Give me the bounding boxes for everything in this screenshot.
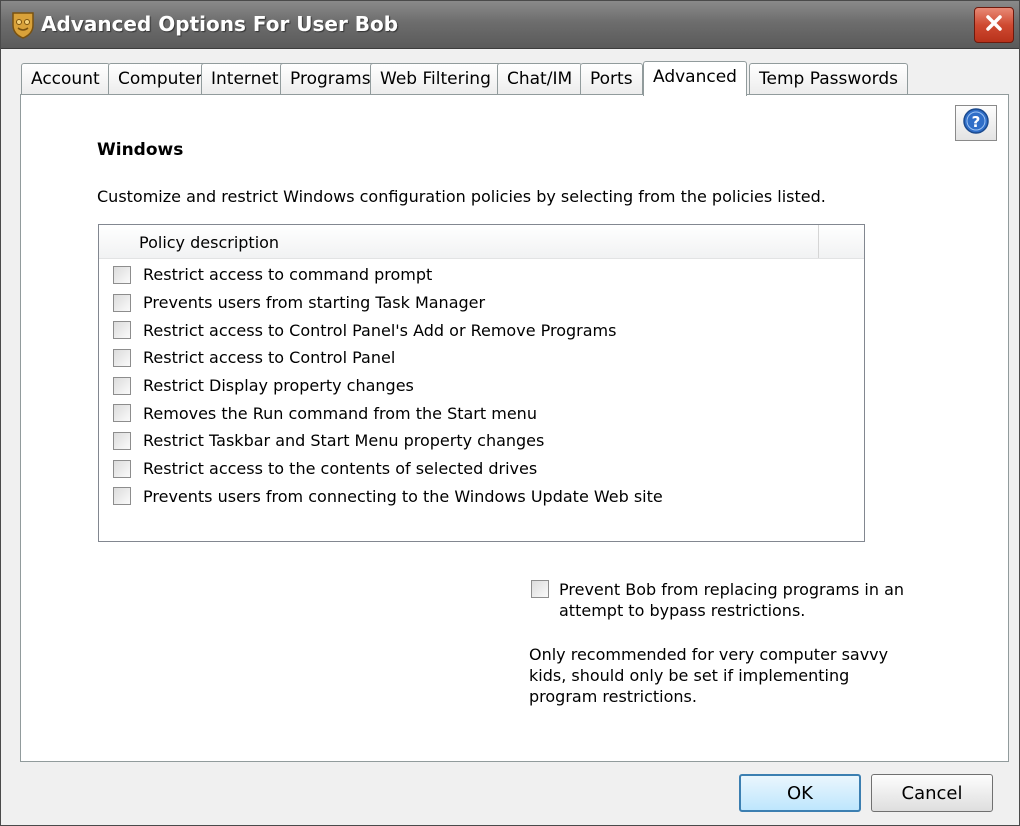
policy-list: Policy description Restrict access to co… [98,224,865,542]
policy-checkbox[interactable] [113,431,131,450]
policy-label: Restrict Display property changes [143,376,414,396]
tab-web-filtering[interactable]: Web Filtering [370,63,501,95]
policy-row[interactable]: Restrict Taskbar and Start Menu property… [99,427,864,455]
advanced-tab-panel: ? Windows Customize and restrict Windows… [20,94,1009,762]
help-icon: ? [962,107,990,139]
column-header-policy-description[interactable]: Policy description [99,225,819,258]
help-button[interactable]: ? [955,105,997,141]
window-title: Advanced Options For User Bob [41,12,399,36]
policy-row[interactable]: Restrict access to the contents of selec… [99,455,864,483]
tab-internet[interactable]: Internet [201,63,289,95]
shield-icon [11,11,35,39]
tab-computer[interactable]: Computer [108,63,213,95]
tab-chat-im[interactable]: Chat/IM [497,63,583,95]
close-icon [984,13,1004,37]
policy-checkbox[interactable] [113,487,131,506]
tab-temp-passwords[interactable]: Temp Passwords [749,63,908,95]
tab-ports[interactable]: Ports [580,63,643,95]
tab-advanced[interactable]: Advanced [643,61,747,96]
title-bar[interactable]: Advanced Options For User Bob [1,1,1019,49]
cancel-button[interactable]: Cancel [871,774,993,812]
policy-label: Restrict access to Control Panel's Add o… [143,320,617,340]
prevent-replace-label: Prevent Bob from replacing programs in a… [559,580,905,620]
tab-programs[interactable]: Programs [280,63,381,95]
close-button[interactable] [974,7,1014,43]
svg-text:?: ? [972,113,981,131]
policy-row[interactable]: Prevents users from connecting to the Wi… [99,483,864,511]
policy-label: Restrict access to the contents of selec… [143,459,538,479]
policy-label: Prevents users from connecting to the Wi… [143,486,663,506]
list-header: Policy description [99,225,864,259]
policy-row[interactable]: Prevents users from starting Task Manage… [99,289,864,317]
policy-row[interactable]: Restrict access to Control Panel [99,344,864,372]
section-title: Windows [97,140,184,160]
policy-label: Prevents users from starting Task Manage… [143,293,486,313]
policy-label: Removes the Run command from the Start m… [143,403,537,423]
ok-button[interactable]: OK [739,774,861,812]
policy-checkbox[interactable] [113,404,131,423]
policy-label: Restrict Taskbar and Start Menu property… [143,431,545,451]
policy-checkbox[interactable] [113,459,131,478]
policy-checkbox[interactable] [113,376,131,395]
tab-account[interactable]: Account [21,63,110,95]
advanced-options-dialog: Advanced Options For User Bob Account Co… [0,0,1020,826]
policy-row[interactable]: Removes the Run command from the Start m… [99,399,864,427]
prevent-replace-checkbox[interactable] [531,580,549,598]
policy-label: Restrict access to command prompt [143,265,433,285]
policy-checkbox[interactable] [113,348,131,367]
policy-checkbox[interactable] [113,265,131,284]
section-description: Customize and restrict Windows configura… [97,187,826,206]
policy-checkbox[interactable] [113,293,131,312]
policy-checkbox[interactable] [113,321,131,340]
policy-row[interactable]: Restrict access to Control Panel's Add o… [99,316,864,344]
policy-rows: Restrict access to command prompt Preven… [99,261,864,510]
policy-row[interactable]: Restrict Display property changes [99,372,864,400]
policy-label: Restrict access to Control Panel [143,348,396,368]
policy-row[interactable]: Restrict access to command prompt [99,261,864,289]
prevent-replace-option[interactable]: Prevent Bob from replacing programs in a… [531,579,921,621]
recommendation-note: Only recommended for very computer savvy… [529,645,889,706]
tab-strip: Account Computer Internet Programs Web F… [21,61,1001,96]
